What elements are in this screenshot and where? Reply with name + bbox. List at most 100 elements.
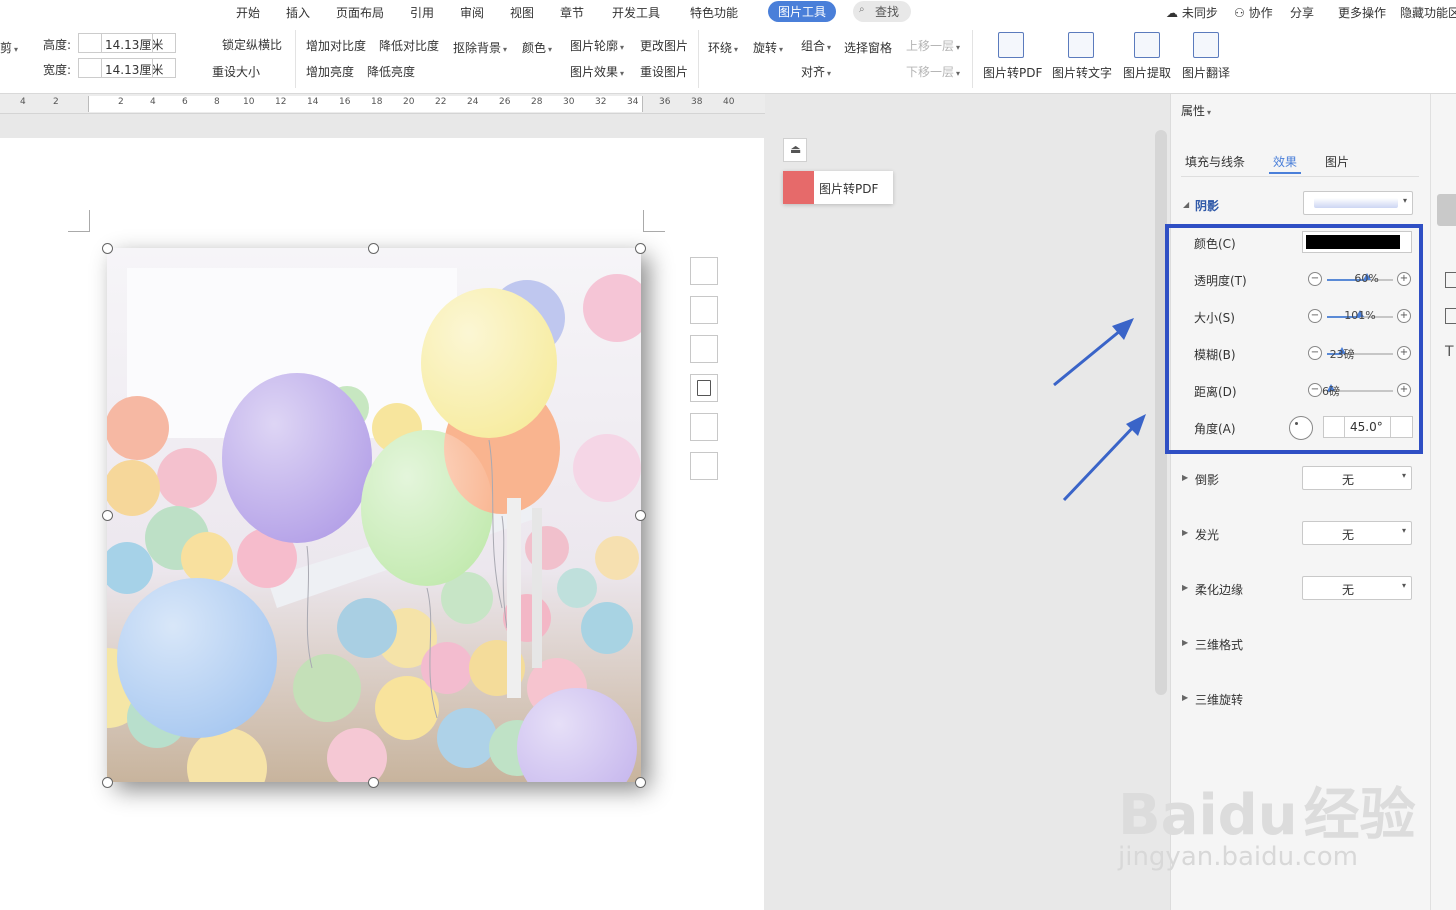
plus-icon[interactable]: + xyxy=(1397,383,1411,397)
unsync-button[interactable]: ☁ 未同步 xyxy=(1166,4,1218,21)
color-button[interactable]: 颜色 xyxy=(522,39,552,56)
soft-edges-section-header[interactable]: 柔化边缘 xyxy=(1195,581,1243,598)
panel-toggle-tab[interactable] xyxy=(1437,194,1456,226)
3d-format-section-header[interactable]: 三维格式 xyxy=(1195,636,1243,653)
tab-picture-tools[interactable]: 图片工具 xyxy=(768,1,837,22)
resize-handle-top[interactable] xyxy=(368,243,379,254)
group-button[interactable]: 组合 xyxy=(801,37,831,54)
quick-tool-button[interactable] xyxy=(690,335,718,363)
shadow-color-picker[interactable] xyxy=(1302,231,1412,253)
angle-value: 45.0° xyxy=(1350,420,1383,434)
quick-tool-button[interactable] xyxy=(690,452,718,480)
document-icon[interactable] xyxy=(1445,308,1456,324)
plus-icon[interactable]: + xyxy=(1397,309,1411,323)
quick-tool-button[interactable] xyxy=(690,413,718,441)
distance-slider[interactable]: − 6磅 + xyxy=(1305,381,1413,401)
tab-section[interactable]: 章节 xyxy=(560,4,584,21)
increase-brightness-button[interactable]: 增加亮度 xyxy=(306,63,354,80)
tab-home[interactable]: 开始 xyxy=(236,4,260,21)
3d-rotation-section-header[interactable]: 三维旋转 xyxy=(1195,691,1243,708)
minus-icon[interactable]: − xyxy=(1308,272,1322,286)
remove-background-button[interactable]: 抠除背景 xyxy=(453,39,507,56)
plus-icon[interactable]: + xyxy=(1397,346,1411,360)
resize-handle-top-right[interactable] xyxy=(635,243,646,254)
send-backward-button[interactable]: 下移一层 xyxy=(906,63,960,80)
minus-icon[interactable]: − xyxy=(1308,309,1322,323)
reflection-dropdown[interactable]: 无 ▾ xyxy=(1302,466,1412,490)
ruler-tick: 16 xyxy=(339,97,351,107)
reset-picture-button[interactable]: 重设图片 xyxy=(640,63,688,80)
decrease-contrast-button[interactable]: 降低对比度 xyxy=(379,37,439,54)
tab-view[interactable]: 视图 xyxy=(510,4,534,21)
collaborate-button[interactable]: ⚇ 协作 xyxy=(1234,4,1273,21)
text-icon[interactable]: T xyxy=(1445,344,1454,360)
horizontal-ruler[interactable]: 4 2 2 4 6 8 10 12 14 16 18 20 22 24 26 2… xyxy=(0,94,765,114)
transparency-slider[interactable]: − 60% + xyxy=(1305,270,1413,290)
decrease-brightness-button[interactable]: 降低亮度 xyxy=(367,63,415,80)
increase-contrast-button[interactable]: 增加对比度 xyxy=(306,37,366,54)
quick-tool-button[interactable] xyxy=(690,296,718,324)
picture-to-pdf-quick-button[interactable] xyxy=(690,374,718,402)
tab-effects[interactable]: 效果 xyxy=(1273,153,1297,170)
balloon-picture[interactable] xyxy=(67,248,651,808)
resize-handle-bottom[interactable] xyxy=(368,777,379,788)
chevron-down-icon: ▾ xyxy=(1401,581,1406,590)
tab-special-features[interactable]: 特色功能 xyxy=(690,4,738,21)
picture-effects-button[interactable]: 图片效果 xyxy=(570,63,624,80)
picture-extract-button[interactable]: 图片提取 xyxy=(1123,64,1171,81)
collapse-button[interactable]: ⏏ xyxy=(783,138,807,162)
wrap-text-button[interactable]: 环绕 xyxy=(708,39,738,56)
picture-to-pdf-button[interactable]: 图片转PDF xyxy=(983,64,1042,81)
tab-developer[interactable]: 开发工具 xyxy=(612,4,660,21)
minus-icon[interactable]: − xyxy=(1308,346,1322,360)
size-slider[interactable]: − 101% + xyxy=(1305,307,1413,327)
plus-icon[interactable]: + xyxy=(1397,272,1411,286)
height-label: 高度: xyxy=(43,38,72,52)
resize-handle-left[interactable] xyxy=(102,510,113,521)
document-page[interactable] xyxy=(0,138,764,910)
size-value: 101% xyxy=(1344,309,1376,322)
shadow-section-header[interactable]: 阴影 xyxy=(1195,197,1219,214)
reset-size-button[interactable]: 重设大小 xyxy=(212,63,260,80)
selection-pane-button[interactable]: 选择窗格 xyxy=(844,39,892,56)
glow-section-header[interactable]: 发光 xyxy=(1195,526,1219,543)
picture-translate-button[interactable]: 图片翻译 xyxy=(1182,64,1230,81)
resize-handle-bottom-left[interactable] xyxy=(102,777,113,788)
resize-handle-right[interactable] xyxy=(635,510,646,521)
quick-tool-button[interactable] xyxy=(690,257,718,285)
panel-title[interactable]: 属性 xyxy=(1181,102,1211,119)
crop-button[interactable]: 剪 xyxy=(0,39,18,56)
picture-to-pdf-float-button[interactable]: 图片转PDF xyxy=(783,171,893,204)
angle-input[interactable]: 45.0° xyxy=(1323,416,1413,438)
shadow-preset-dropdown[interactable]: ▾ xyxy=(1303,191,1413,215)
glow-dropdown[interactable]: 无 ▾ xyxy=(1302,521,1412,545)
soft-edges-dropdown[interactable]: 无 ▾ xyxy=(1302,576,1412,600)
blur-slider[interactable]: − 23磅 + xyxy=(1305,344,1413,364)
change-picture-button[interactable]: 更改图片 xyxy=(640,37,688,54)
tab-review[interactable]: 审阅 xyxy=(460,4,484,21)
find-box[interactable]: ⌕ 查找 xyxy=(853,1,912,22)
width-field[interactable]: 14.13厘米 xyxy=(78,58,176,78)
tab-references[interactable]: 引用 xyxy=(410,4,434,21)
tab-picture[interactable]: 图片 xyxy=(1325,153,1349,170)
rotate-button[interactable]: 旋转 xyxy=(753,39,783,56)
document-icon[interactable] xyxy=(1445,272,1456,288)
picture-to-text-button[interactable]: 图片转文字 xyxy=(1052,64,1112,81)
tab-fill-and-line[interactable]: 填充与线条 xyxy=(1185,153,1245,170)
share-button[interactable]: 分享 xyxy=(1290,4,1314,21)
lock-aspect-ratio-checkbox[interactable]: 锁定纵横比 xyxy=(222,36,282,53)
picture-outline-button[interactable]: 图片轮廓 xyxy=(570,37,624,54)
tab-page-layout[interactable]: 页面布局 xyxy=(336,4,384,21)
minus-icon[interactable]: − xyxy=(1308,383,1322,397)
height-field[interactable]: 14.13厘米 xyxy=(78,33,176,53)
angle-dial[interactable] xyxy=(1289,416,1313,440)
bring-forward-button[interactable]: 上移一层 xyxy=(906,37,960,54)
ruler-tick: 2 xyxy=(118,97,124,107)
more-actions-button[interactable]: 更多操作 xyxy=(1338,4,1386,21)
hide-ribbon-button[interactable]: 隐藏功能区 xyxy=(1400,4,1456,21)
resize-handle-bottom-right[interactable] xyxy=(635,777,646,788)
resize-handle-top-left[interactable] xyxy=(102,243,113,254)
reflection-section-header[interactable]: 倒影 xyxy=(1195,471,1219,488)
tab-insert[interactable]: 插入 xyxy=(286,4,310,21)
align-button[interactable]: 对齐 xyxy=(801,63,831,80)
